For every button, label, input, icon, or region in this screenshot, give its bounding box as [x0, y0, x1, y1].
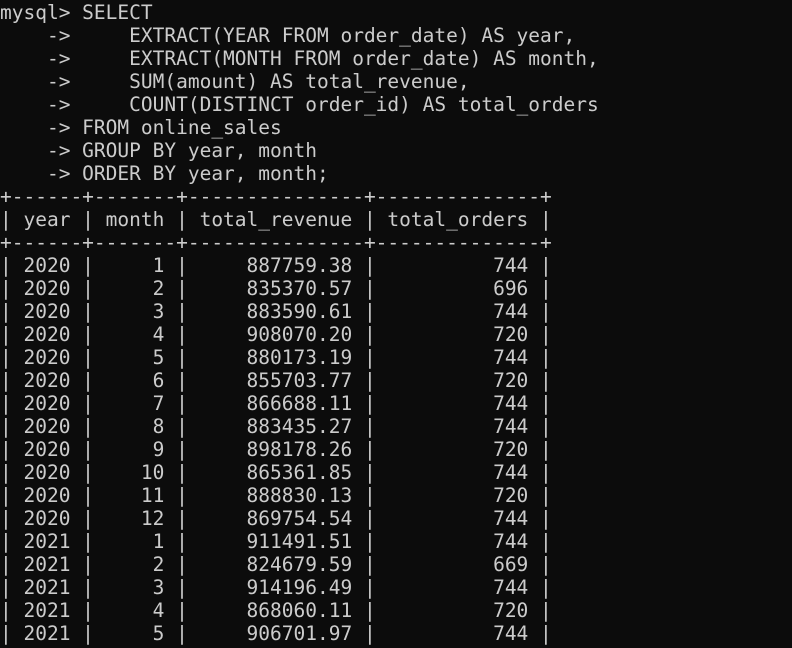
terminal-window[interactable]: mysql> SELECT -> EXTRACT(YEAR FROM order… — [0, 0, 792, 648]
table-row: | 2021 | 1 | 911491.51 | 744 | — [0, 530, 552, 553]
table-border-mid: +------+-------+---------------+--------… — [0, 231, 552, 254]
table-header: | year | month | total_revenue | total_o… — [0, 208, 552, 231]
table-row: | 2021 | 4 | 868060.11 | 720 | — [0, 599, 552, 622]
table-row: | 2020 | 2 | 835370.57 | 696 | — [0, 277, 552, 300]
query-line: -> ORDER BY year, month; — [0, 162, 329, 185]
query-line: -> GROUP BY year, month — [0, 139, 317, 162]
query-line: -> EXTRACT(MONTH FROM order_date) AS mon… — [0, 47, 599, 70]
query-line: -> FROM online_sales — [0, 116, 282, 139]
table-row: | 2020 | 9 | 898178.26 | 720 | — [0, 438, 552, 461]
table-row: | 2020 | 6 | 855703.77 | 720 | — [0, 369, 552, 392]
table-row: | 2020 | 7 | 866688.11 | 744 | — [0, 392, 552, 415]
table-row: | 2021 | 2 | 824679.59 | 669 | — [0, 553, 552, 576]
query-line: mysql> SELECT — [0, 1, 153, 24]
table-row: | 2020 | 5 | 880173.19 | 744 | — [0, 346, 552, 369]
table-row: | 2020 | 4 | 908070.20 | 720 | — [0, 323, 552, 346]
table-row: | 2020 | 1 | 887759.38 | 744 | — [0, 254, 552, 277]
table-row: | 2021 | 5 | 906701.97 | 744 | — [0, 622, 552, 645]
table-border-top: +------+-------+---------------+--------… — [0, 185, 552, 208]
table-row: | 2020 | 12 | 869754.54 | 744 | — [0, 507, 552, 530]
query-line: -> SUM(amount) AS total_revenue, — [0, 70, 470, 93]
table-row: | 2020 | 10 | 865361.85 | 744 | — [0, 461, 552, 484]
table-row: | 2020 | 11 | 888830.13 | 720 | — [0, 484, 552, 507]
table-row: | 2021 | 3 | 914196.49 | 744 | — [0, 576, 552, 599]
query-line: -> COUNT(DISTINCT order_id) AS total_ord… — [0, 93, 599, 116]
table-row: | 2020 | 8 | 883435.27 | 744 | — [0, 415, 552, 438]
table-row: | 2020 | 3 | 883590.61 | 744 | — [0, 300, 552, 323]
query-line: -> EXTRACT(YEAR FROM order_date) AS year… — [0, 24, 576, 47]
